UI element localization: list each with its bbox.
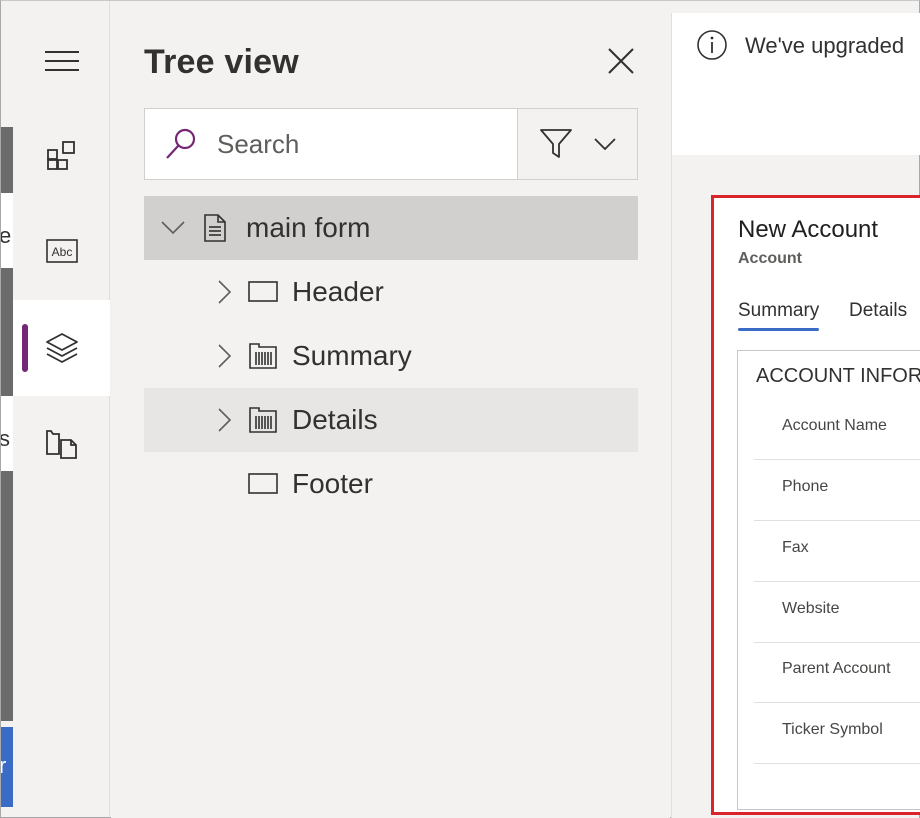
tree-node-main-form[interactable]: main form <box>144 196 638 260</box>
form-libraries-icon <box>45 430 77 459</box>
filter-icon <box>539 129 572 158</box>
tab-columns-icon <box>246 403 280 437</box>
field-label: Website <box>782 600 840 617</box>
form-entity-name: Account <box>738 250 802 267</box>
rail-item-tree-view[interactable] <box>13 300 110 396</box>
notice-text: We've upgraded <box>745 33 905 58</box>
close-button[interactable] <box>603 43 639 79</box>
background-app-edge: e s r <box>1 1 13 817</box>
field-website[interactable]: Website <box>754 582 920 643</box>
field-phone[interactable]: Phone <box>754 460 920 521</box>
account-information-section[interactable]: ACCOUNT INFOR Account Name Phone Fax Web… <box>737 350 920 810</box>
tree-node-footer[interactable]: Footer <box>144 452 638 516</box>
field-label: Account Name <box>782 417 887 434</box>
field-label: Fax <box>782 539 809 556</box>
chevron-down-icon <box>593 138 616 150</box>
chevron-right-icon[interactable] <box>210 341 240 371</box>
active-indicator <box>22 324 28 372</box>
svg-text:Abc: Abc <box>51 245 72 259</box>
layers-icon <box>45 333 78 363</box>
panel-title: Tree view <box>144 43 299 81</box>
rail-item-components[interactable] <box>13 107 110 203</box>
icon-rail: Abc <box>13 1 110 817</box>
info-icon <box>697 30 727 60</box>
form-preview[interactable]: New Account Account Summary Details ACCO… <box>711 195 920 815</box>
field-label: Ticker Symbol <box>782 721 883 738</box>
chevron-right-icon[interactable] <box>210 277 240 307</box>
tree-node-label: main form <box>246 212 371 243</box>
chevron-down-icon[interactable] <box>158 213 188 243</box>
rectangle-icon <box>246 275 280 309</box>
search-input[interactable] <box>217 114 517 174</box>
tree-node-header[interactable]: Header <box>144 260 638 324</box>
section-title: ACCOUNT INFOR <box>756 365 920 387</box>
fields-icon: Abc <box>45 239 78 263</box>
tab-details[interactable]: Details <box>849 300 907 322</box>
tree-node-summary[interactable]: Summary <box>144 324 638 388</box>
rectangle-icon <box>246 467 280 501</box>
rail-item-form-libraries[interactable] <box>13 396 110 492</box>
tree-node-label: Details <box>292 404 378 435</box>
field-label: Phone <box>782 478 829 495</box>
filter-button[interactable] <box>517 109 637 179</box>
search-box <box>144 108 638 180</box>
form-document-icon <box>198 211 232 245</box>
rail-item-fields[interactable]: Abc <box>13 203 110 299</box>
tree-node-details[interactable]: Details <box>144 388 638 452</box>
form-title: New Account <box>738 216 879 243</box>
field-account-name[interactable]: Account Name <box>754 399 920 460</box>
components-icon <box>46 141 75 170</box>
tree-view-panel: Tree view main form Header <box>111 13 670 818</box>
field-ticker-symbol[interactable]: Ticker Symbol <box>754 703 920 764</box>
chevron-right-icon[interactable] <box>210 405 240 435</box>
upgrade-notice-bar: We've upgraded <box>672 13 920 155</box>
tree-node-label: Summary <box>292 340 412 371</box>
menu-button[interactable] <box>13 13 110 109</box>
close-icon <box>608 48 634 74</box>
field-fax[interactable]: Fax <box>754 521 920 582</box>
tab-columns-icon <box>246 339 280 373</box>
search-icon <box>145 109 217 179</box>
field-label: Parent Account <box>782 660 891 677</box>
tab-summary[interactable]: Summary <box>738 300 820 331</box>
tree-node-label: Header <box>292 276 384 307</box>
hamburger-menu-icon <box>44 51 79 71</box>
field-parent-account[interactable]: Parent Account <box>754 642 920 703</box>
tree-node-label: Footer <box>292 468 373 499</box>
